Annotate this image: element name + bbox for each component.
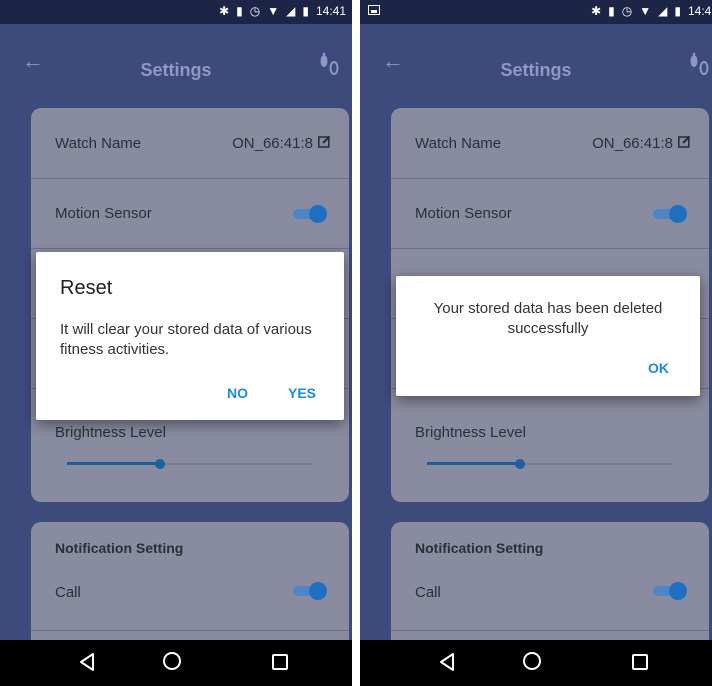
divider xyxy=(31,630,349,631)
notification-setting-title: Notification Setting xyxy=(55,540,184,556)
nav-recents-icon[interactable] xyxy=(272,654,288,670)
brightness-label: Brightness Level xyxy=(415,424,526,441)
navigation-bar xyxy=(0,640,352,686)
footsteps-icon xyxy=(320,52,339,75)
page-title: Settings xyxy=(500,60,572,80)
status-bar: ✱ ▮ ◷ ▼ ◢ ▮ 14:41 xyxy=(0,0,352,24)
motion-sensor-toggle[interactable] xyxy=(649,205,687,223)
notification-setting-title: Notification Setting xyxy=(415,540,544,556)
dialog-message: Your stored data has been deleted succes… xyxy=(433,300,663,337)
brightness-row: Brightness Level xyxy=(391,388,709,469)
signal-icon: ◢ xyxy=(658,4,668,18)
app-bar: ← Settings xyxy=(360,24,712,100)
notification-card: Notification Setting Call xyxy=(391,522,709,656)
watch-name-label: Watch Name xyxy=(415,135,502,152)
edit-icon[interactable] xyxy=(318,135,331,148)
battery-icon: ▮ xyxy=(674,4,681,18)
battery-icon: ▮ xyxy=(302,4,309,18)
footsteps-icon xyxy=(690,52,709,75)
motion-sensor-label: Motion Sensor xyxy=(55,205,152,222)
phone-screen-success-dialog: ✱ ▮ ◷ ▼ ◢ ▮ 14:41 ← Settings Watch Name … xyxy=(360,0,712,686)
status-bar: ✱ ▮ ◷ ▼ ◢ ▮ 14:41 xyxy=(360,0,712,24)
call-label: Call xyxy=(55,584,81,601)
notification-card: Notification Setting Call xyxy=(31,522,349,656)
app-bar: ← Settings xyxy=(0,24,352,100)
navigation-bar xyxy=(360,640,712,686)
brightness-slider[interactable] xyxy=(67,456,313,472)
phone-screen-reset-dialog: ✱ ▮ ◷ ▼ ◢ ▮ 14:41 ← Settings Watch Name … xyxy=(0,0,352,686)
nav-back-icon[interactable] xyxy=(78,652,96,672)
watch-name-row[interactable]: Watch Name ON_66:41:8 xyxy=(391,108,709,179)
signal-icon: ◢ xyxy=(286,4,296,18)
edit-icon[interactable] xyxy=(678,135,691,148)
nav-recents-icon[interactable] xyxy=(632,654,648,670)
brightness-slider-thumb[interactable] xyxy=(155,459,166,469)
call-toggle[interactable] xyxy=(289,582,327,600)
brightness-slider-thumb[interactable] xyxy=(515,459,526,469)
watch-name-value: ON_66:41:8 xyxy=(232,135,313,152)
motion-sensor-row: Motion Sensor xyxy=(391,178,709,249)
reset-dialog: Reset It will clear your stored data of … xyxy=(36,252,344,420)
alarm-icon: ◷ xyxy=(249,4,261,18)
bluetooth-icon: ✱ xyxy=(219,4,230,18)
wifi-icon: ▼ xyxy=(267,4,280,18)
page-title: Settings xyxy=(140,60,212,80)
watch-name-value: ON_66:41:8 xyxy=(592,135,673,152)
vibrate-icon: ▮ xyxy=(236,4,243,18)
dialog-message: It will clear your stored data of variou… xyxy=(60,321,312,358)
vibrate-icon: ▮ xyxy=(608,4,615,18)
brightness-slider[interactable] xyxy=(427,456,673,472)
yes-button[interactable]: YES xyxy=(288,385,316,401)
divider xyxy=(391,630,709,631)
motion-sensor-toggle[interactable] xyxy=(289,205,327,223)
status-time: 14:41 xyxy=(687,4,712,18)
nav-home-icon[interactable] xyxy=(163,652,181,670)
motion-sensor-label: Motion Sensor xyxy=(415,205,512,222)
nav-home-icon[interactable] xyxy=(523,652,541,670)
status-time: 14:41 xyxy=(315,4,346,18)
no-button[interactable]: NO xyxy=(227,385,248,401)
image-notification-icon xyxy=(368,5,380,15)
dialog-title: Reset xyxy=(60,277,113,299)
brightness-label: Brightness Level xyxy=(55,424,166,441)
call-label: Call xyxy=(415,584,441,601)
motion-sensor-row: Motion Sensor xyxy=(31,178,349,249)
nav-back-icon[interactable] xyxy=(438,652,456,672)
bluetooth-icon: ✱ xyxy=(591,4,602,18)
call-toggle[interactable] xyxy=(649,582,687,600)
alarm-icon: ◷ xyxy=(621,4,633,18)
ok-button[interactable]: OK xyxy=(648,360,669,376)
success-dialog: Your stored data has been deleted succes… xyxy=(396,276,700,396)
wifi-icon: ▼ xyxy=(639,4,652,18)
watch-name-label: Watch Name xyxy=(55,135,142,152)
watch-name-row[interactable]: Watch Name ON_66:41:8 xyxy=(31,108,349,179)
